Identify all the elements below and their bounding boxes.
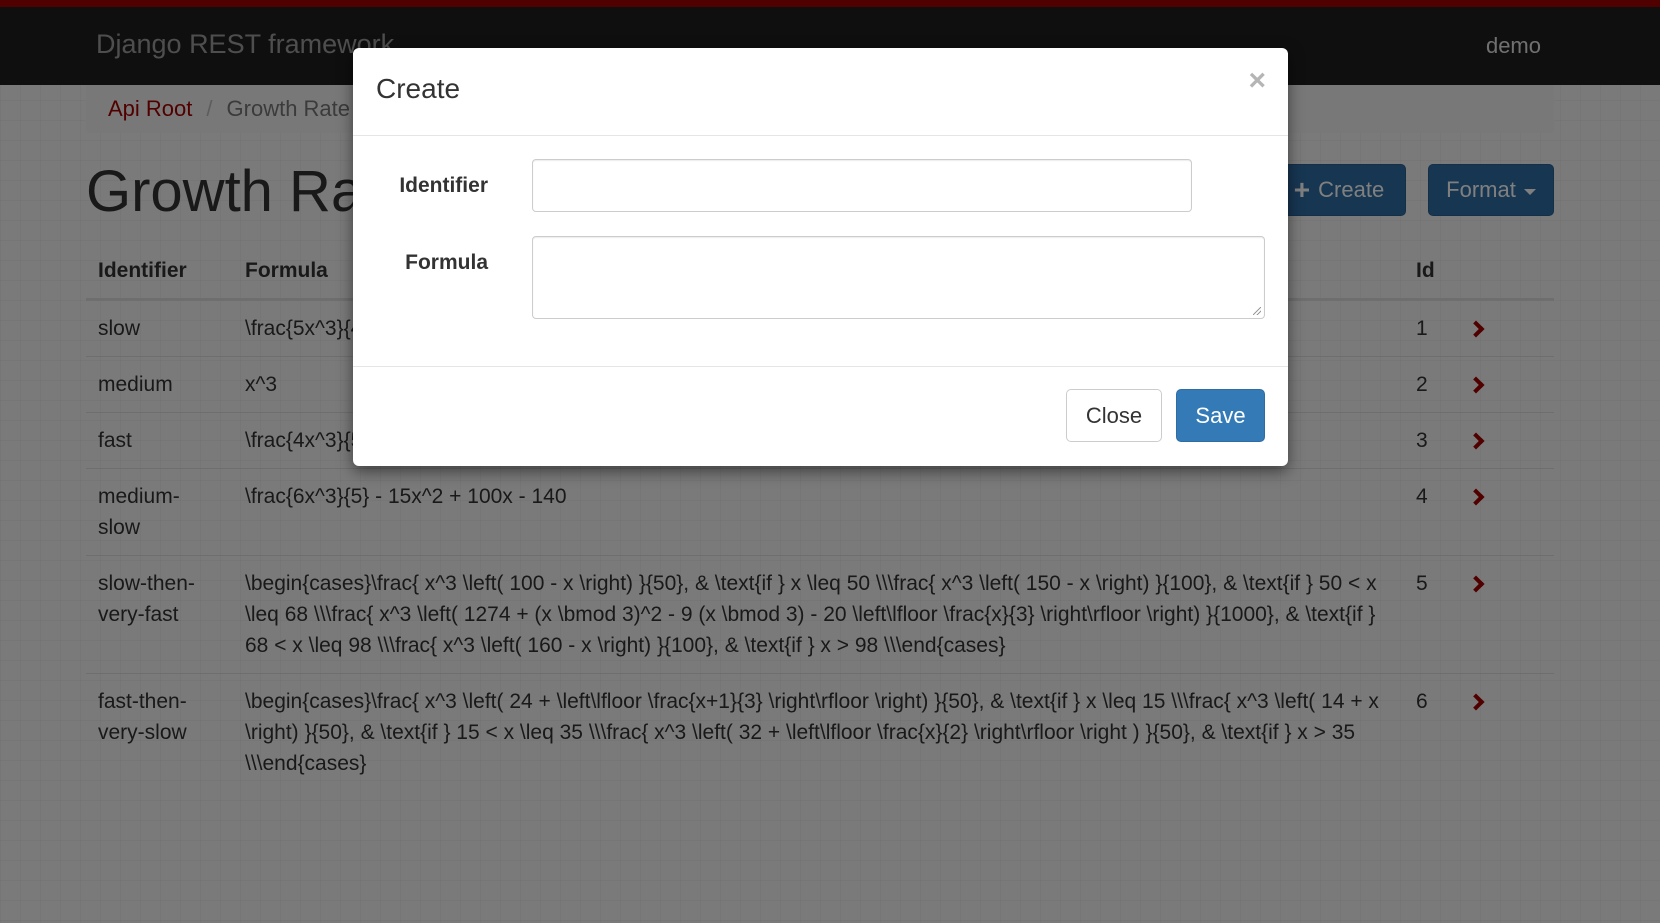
formula-textarea[interactable] [532, 236, 1265, 319]
close-icon[interactable]: × [1248, 64, 1266, 98]
save-button[interactable]: Save [1176, 389, 1265, 442]
resize-handle-icon[interactable] [1253, 307, 1261, 315]
modal-title: Create [376, 73, 461, 104]
modal-footer: Close Save [353, 366, 1288, 466]
modal-header: Create × [353, 48, 1288, 136]
create-modal: Create × Identifier Formula Close Save [353, 48, 1288, 466]
formula-label: Formula [405, 251, 488, 274]
close-button[interactable]: Close [1066, 389, 1162, 442]
identifier-input[interactable] [532, 159, 1192, 212]
identifier-label: Identifier [399, 174, 488, 197]
